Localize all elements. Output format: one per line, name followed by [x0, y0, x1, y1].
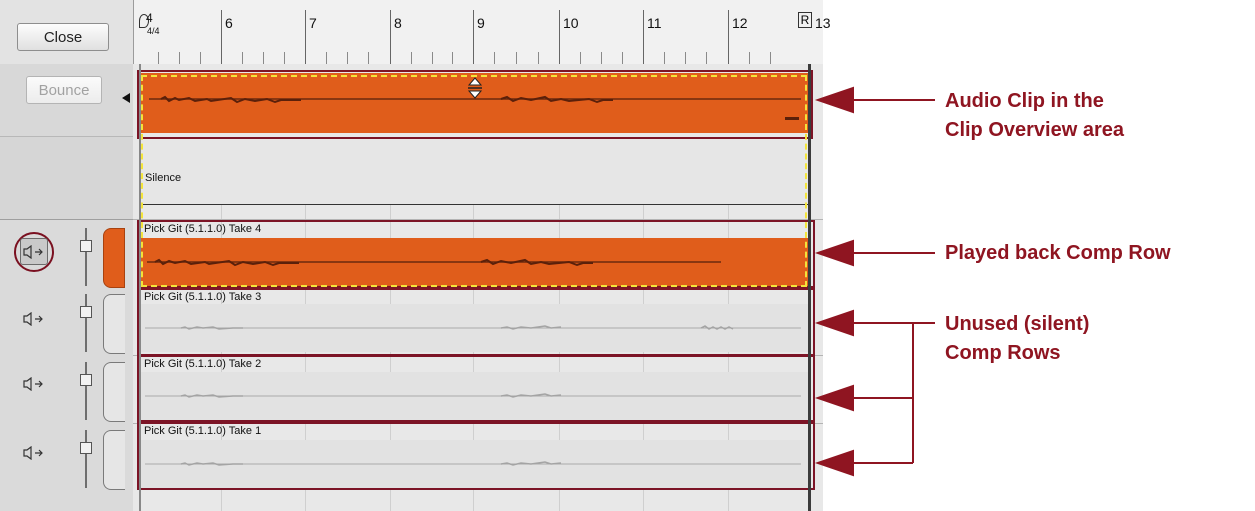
annotation-overview-line2: Clip Overview area — [945, 119, 1124, 141]
comp-editor-window: Close Bounce 4 4/4 6 7 8 9 10 11 12 13 R… — [0, 0, 1255, 511]
annotation-unused-line2: Comp Rows — [945, 342, 1061, 364]
annotation-unused-line1: Unused (silent) — [945, 313, 1090, 335]
annotation-played-row: Played back Comp Row — [945, 242, 1171, 264]
annotation-overview-line1: Audio Clip in the — [945, 90, 1104, 112]
